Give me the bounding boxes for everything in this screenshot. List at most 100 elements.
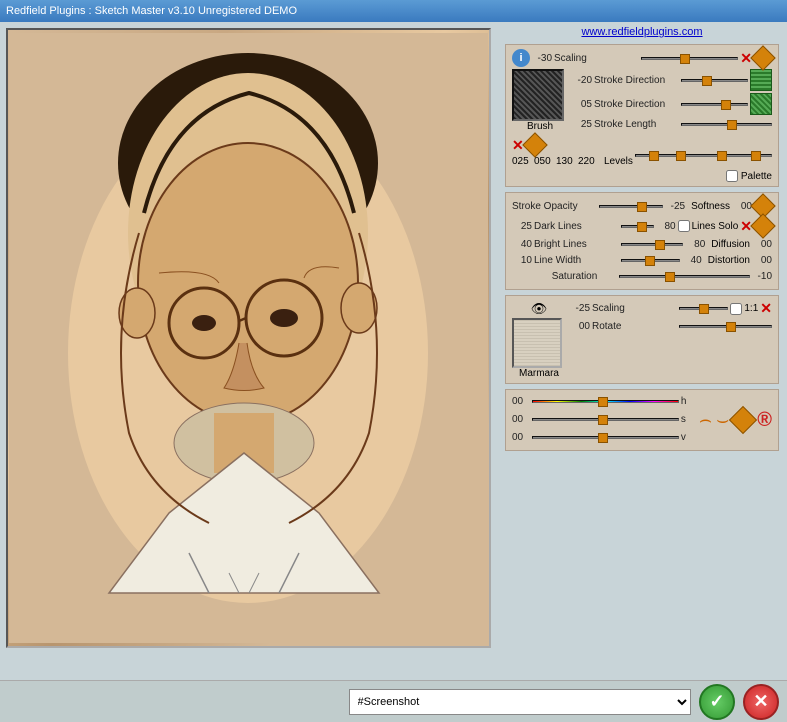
opacity-slider[interactable]	[599, 199, 663, 213]
line-width-slider[interactable]	[621, 253, 680, 267]
marmara-rotate-slider[interactable]	[679, 319, 772, 333]
hsv-row-container: 00 h 00	[512, 394, 772, 446]
marmara-scaling-slider[interactable]	[679, 302, 728, 316]
marmara-label: Marmara	[519, 368, 559, 379]
softness-value: 00	[732, 201, 752, 212]
saturation-slider[interactable]	[619, 269, 750, 283]
marmara-rotate-row: 00 Rotate	[570, 319, 772, 333]
stroke-dir1-row: -20 Stroke Direction	[572, 69, 772, 91]
lines-solo-label: Lines Solo	[692, 221, 739, 232]
stroke-dir1-slider[interactable]	[681, 73, 748, 87]
palette-checkbox[interactable]	[726, 170, 738, 182]
marmara-rotate-value: 00	[570, 321, 590, 332]
opacity-row: Stroke Opacity -25 Softness 00	[512, 197, 772, 215]
scaling-diamond-btn[interactable]	[750, 45, 775, 70]
dark-lines-diamond[interactable]	[750, 213, 775, 238]
bottom-bar: #Screenshot ✓ ✕	[0, 680, 787, 722]
brush-row: Brush -20 Stroke Direction	[512, 69, 772, 133]
stroke-dir1-icon[interactable]	[750, 69, 772, 91]
opacity-value: -25	[665, 201, 685, 212]
scaling-row: i -30 Scaling ✕	[512, 49, 772, 67]
hsv-section: 00 h 00	[505, 389, 779, 451]
stroke-len-row: 25 Stroke Length	[572, 117, 772, 131]
scaling-label: Scaling	[554, 53, 639, 64]
hsv-s-row: 00 s	[512, 412, 695, 426]
screenshot-select[interactable]: #Screenshot	[349, 689, 692, 715]
levels-slider[interactable]	[635, 154, 772, 168]
arch-right-icon[interactable]: ⌣	[716, 409, 729, 432]
texture-preview-inner	[514, 320, 560, 366]
dark-lines-right: 80	[656, 221, 676, 232]
marmara-sliders: -25 Scaling 1:1 ✕ 00 Rotate	[570, 300, 772, 379]
controls-panel: www.redfieldplugins.com i -30 Scaling ✕	[497, 22, 787, 680]
hsv-h-slider[interactable]	[532, 394, 679, 408]
scaling-slider[interactable]	[641, 51, 738, 65]
website-link[interactable]: www.redfieldplugins.com	[505, 26, 779, 38]
levels-v1: 025	[512, 156, 532, 167]
line-width-left: 10	[512, 255, 532, 266]
line-width-label: Line Width	[534, 255, 619, 266]
bright-lines-left: 40	[512, 239, 532, 250]
arch-icons: ⌢ ⌣ ®	[699, 409, 772, 432]
ok-button[interactable]: ✓	[699, 684, 735, 720]
stroke-dir1-label: Stroke Direction	[594, 75, 679, 86]
stroke-len-value: 25	[572, 119, 592, 130]
palette-row: Palette	[512, 170, 772, 182]
ratio-checkbox[interactable]	[730, 303, 742, 315]
levels-v3: 130	[556, 156, 576, 167]
marmara-scaling-value: -25	[570, 303, 590, 314]
main-container: www.redfieldplugins.com i -30 Scaling ✕	[0, 22, 787, 680]
diffusion-value: 00	[752, 239, 772, 250]
stroke-len-slider[interactable]	[681, 117, 772, 131]
saturation-label: Saturation	[532, 271, 617, 282]
diffusion-label: Diffusion	[711, 239, 750, 250]
stroke-dir2-label: Stroke Direction	[594, 99, 679, 110]
brush-stripes	[514, 71, 562, 119]
hsv-s-label: s	[681, 414, 695, 425]
stroke-dir2-slider[interactable]	[681, 97, 748, 111]
lines-solo-checkbox[interactable]	[678, 220, 690, 232]
stroke-dir1-value: -20	[572, 75, 592, 86]
saturation-row: Saturation -10	[512, 269, 772, 283]
marmara-section: 👁 Marmara -25 Scaling	[505, 295, 779, 384]
stroke-dir2-icon[interactable]	[750, 93, 772, 115]
line-width-right: 40	[682, 255, 702, 266]
dark-lines-row: 25 Dark Lines 80 Lines Solo ✕	[512, 217, 772, 235]
hsv-reset-icon[interactable]: ®	[757, 409, 772, 432]
stroke-section: Stroke Opacity -25 Softness 00 25 Dark L…	[505, 192, 779, 290]
scaling-value: -30	[532, 53, 552, 64]
softness-label: Softness	[691, 201, 730, 212]
image-panel	[6, 28, 491, 648]
arch-left-icon[interactable]: ⌢	[699, 409, 712, 432]
bright-lines-slider[interactable]	[621, 237, 683, 251]
hsv-sliders: 00 h 00	[512, 394, 695, 446]
marmara-reset-btn[interactable]: ✕	[760, 300, 772, 317]
marmara-scaling-label: Scaling	[592, 303, 677, 314]
brush-sliders: -20 Stroke Direction 05 Stroke Direction	[572, 69, 772, 133]
hsv-v-row: 00 v	[512, 430, 695, 444]
palette-label: Palette	[741, 171, 772, 182]
hsv-h-row: 00 h	[512, 394, 695, 408]
cancel-button[interactable]: ✕	[743, 684, 779, 720]
title-bar: Redfield Plugins : Sketch Master v3.10 U…	[0, 0, 787, 22]
portrait-image	[8, 30, 489, 646]
marmara-rotate-label: Rotate	[592, 321, 677, 332]
levels-v2: 050	[534, 156, 554, 167]
stroke-len-label: Stroke Length	[594, 119, 679, 130]
opacity-label: Stroke Opacity	[512, 201, 597, 212]
distortion-label: Distortion	[708, 255, 750, 266]
hsv-diamond-icon[interactable]	[729, 406, 757, 434]
hsv-v-slider[interactable]	[532, 430, 679, 444]
stroke-dir2-value: 05	[572, 99, 592, 110]
eye-icon[interactable]: 👁	[530, 300, 548, 318]
hsv-s-slider[interactable]	[532, 412, 679, 426]
levels-label: Levels	[604, 156, 633, 167]
distortion-value: 00	[752, 255, 772, 266]
info-icon[interactable]: i	[512, 49, 530, 67]
hsv-s-val: 00	[512, 414, 530, 425]
marmara-row: 👁 Marmara -25 Scaling	[512, 300, 772, 379]
levels-v4: 220	[578, 156, 598, 167]
dark-lines-slider[interactable]	[621, 219, 654, 233]
hsv-h-val: 00	[512, 396, 530, 407]
bright-lines-label: Bright Lines	[534, 239, 619, 250]
